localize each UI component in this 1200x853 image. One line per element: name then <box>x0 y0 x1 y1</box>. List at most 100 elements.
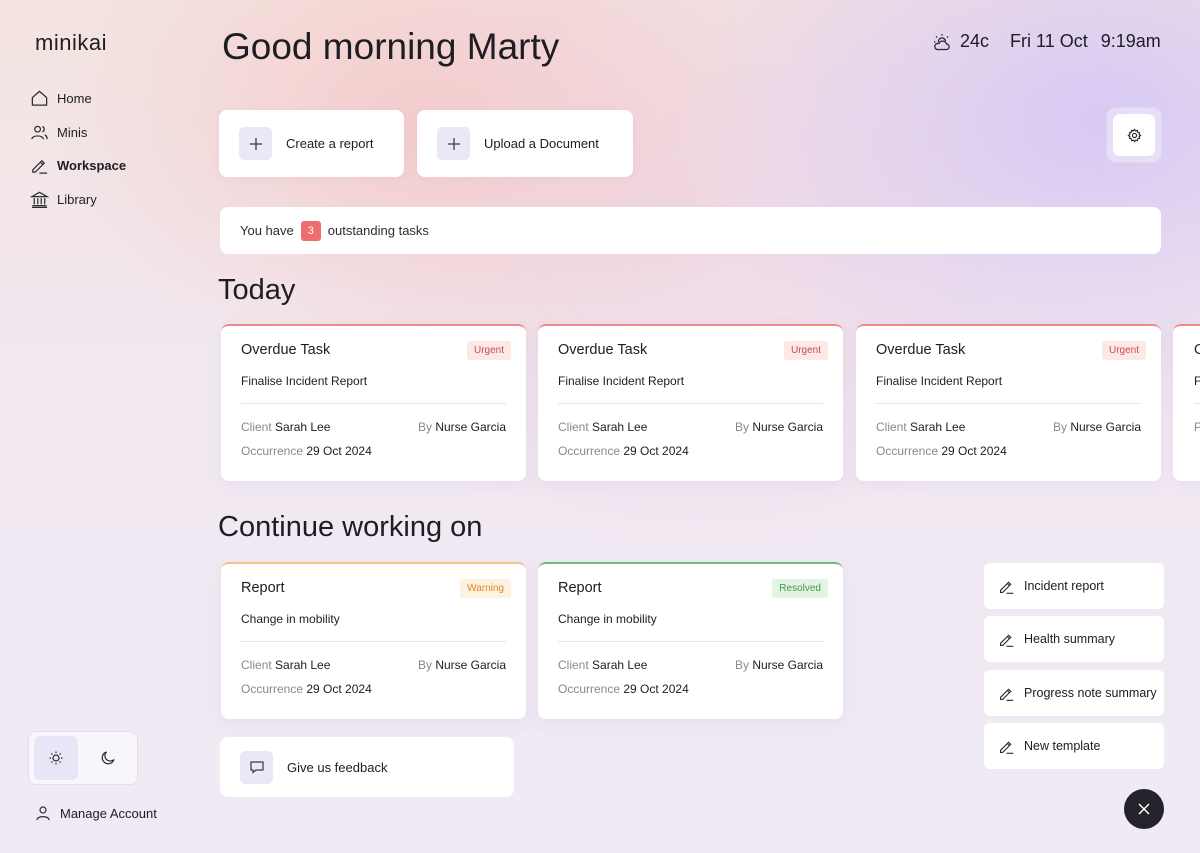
card-divider <box>241 403 506 404</box>
status-badge: Urgent <box>466 340 511 360</box>
pencil-icon <box>999 580 1014 594</box>
author-name: Nurse Garcia <box>1070 420 1141 434</box>
users-icon <box>31 125 48 140</box>
report-card[interactable]: Report Resolved Change in mobility Clien… <box>538 562 843 719</box>
card-type: Report <box>241 580 285 596</box>
client-name: Sarah Lee <box>275 420 331 434</box>
sidebar-item-library[interactable]: Library <box>30 183 190 217</box>
client-name: Sarah Lee <box>910 420 966 434</box>
client-label: Client <box>558 658 589 672</box>
card-task-title: Finalise Incident Report <box>558 374 685 388</box>
occurrence-label: Occurrence <box>241 444 304 458</box>
manage-account-label: Manage Account <box>60 805 157 821</box>
card-type: Overdue Task <box>241 342 331 358</box>
occurrence-label: Occurrence <box>241 682 304 696</box>
status-badge: Urgent <box>783 340 828 360</box>
app-logo[interactable]: minikai <box>35 30 107 56</box>
sidebar-nav: Home Minis Workspace Library <box>30 82 190 216</box>
template-progress-note-summary[interactable]: Progress note summary <box>984 670 1164 716</box>
card-task-title: Finalise Incident Report <box>241 374 368 388</box>
template-health-summary[interactable]: Health summary <box>984 616 1164 662</box>
card-divider <box>1194 403 1200 404</box>
light-theme-button[interactable] <box>34 736 78 780</box>
plus-icon-box <box>239 127 272 160</box>
occurrence-date: 29 Oct 2024 <box>306 682 372 696</box>
client-label: Client <box>241 658 272 672</box>
gear-icon <box>1126 128 1142 142</box>
outstanding-tasks-bar[interactable]: You have 3 outstanding tasks <box>220 207 1161 254</box>
task-count-badge: 3 <box>300 220 321 241</box>
author-name: Nurse Garcia <box>435 658 506 672</box>
status-badge: Warning <box>460 578 511 598</box>
create-report-label: Create a report <box>286 136 374 151</box>
by-label: By <box>734 658 749 672</box>
theme-toggle <box>28 731 138 785</box>
occurrence-label: Occurrence <box>558 682 621 696</box>
settings-button[interactable] <box>1106 107 1162 163</box>
sidebar-item-label: Minis <box>57 124 88 140</box>
tasks-prefix: You have <box>240 223 294 238</box>
sun-icon <box>49 751 63 765</box>
status-badge: Resolved <box>772 578 828 598</box>
pencil-icon <box>999 687 1014 701</box>
by-label: By <box>417 420 432 434</box>
home-icon <box>31 90 48 107</box>
chat-icon-box <box>240 750 273 784</box>
sidebar-item-label: Library <box>57 191 97 207</box>
card-divider <box>876 403 1141 404</box>
card-divider <box>241 641 506 642</box>
by-label: By <box>1052 420 1067 434</box>
upload-document-label: Upload a Document <box>484 136 599 151</box>
close-icon <box>1138 803 1150 815</box>
client-name: Sarah Lee <box>275 658 331 672</box>
chat-icon <box>249 761 264 774</box>
report-card[interactable]: Report Warning Change in mobility Client… <box>221 562 526 719</box>
author-name: Nurse Garcia <box>752 420 823 434</box>
sidebar-item-minis[interactable]: Minis <box>30 116 190 150</box>
settings-button-inner <box>1113 114 1155 156</box>
sidebar-item-workspace[interactable]: Workspace <box>30 149 190 183</box>
dark-theme-button[interactable] <box>86 736 130 780</box>
continue-heading: Continue working on <box>218 511 483 543</box>
current-date: Fri 11 Oct <box>1010 31 1088 51</box>
card-task-title: Change in mobility <box>558 612 657 626</box>
moon-icon <box>101 751 115 765</box>
tasks-suffix: outstanding tasks <box>327 223 429 238</box>
author-name: Nurse Garcia <box>752 658 823 672</box>
template-new-template[interactable]: New template <box>984 723 1164 769</box>
pencil-icon <box>999 633 1014 647</box>
task-card[interactable]: Overdue Task Urgent Finalise Incident Re… <box>538 324 843 481</box>
feedback-label: Give us feedback <box>287 759 388 775</box>
card-task-title: Change in mobility <box>241 612 340 626</box>
create-report-button[interactable]: Create a report <box>219 110 404 177</box>
temperature: 24c <box>960 31 990 51</box>
occurrence-date: 29 Oct 2024 <box>941 444 1007 458</box>
client-name: Sarah Lee <box>592 420 648 434</box>
task-card-partial[interactable]: O F P <box>1173 324 1200 481</box>
client-name: Sarah Lee <box>592 658 648 672</box>
card-type: Overdue Task <box>876 342 966 358</box>
weather-datetime: 24c Fri 11 Oct 9:19am <box>932 31 1161 52</box>
occurrence-label: Occurrence <box>876 444 939 458</box>
task-card[interactable]: Overdue Task Urgent Finalise Incident Re… <box>856 324 1161 481</box>
close-button[interactable] <box>1124 789 1164 829</box>
template-label: Incident report <box>1024 579 1104 593</box>
task-card[interactable]: Overdue Task Urgent Finalise Incident Re… <box>221 324 526 481</box>
card-task-title: F <box>1194 374 1200 388</box>
today-heading: Today <box>218 274 296 306</box>
occurrence-label: Occurrence <box>558 444 621 458</box>
card-type: Report <box>558 580 602 596</box>
template-incident-report[interactable]: Incident report <box>984 563 1164 609</box>
library-icon <box>30 191 49 208</box>
feedback-button[interactable]: Give us feedback <box>220 737 514 797</box>
card-type: Overdue Task <box>558 342 648 358</box>
manage-account-link[interactable]: Manage Account <box>35 805 157 821</box>
plus-icon <box>249 137 262 150</box>
sidebar-item-home[interactable]: Home <box>30 82 190 116</box>
card-type: O <box>1194 342 1200 358</box>
plus-icon <box>447 137 460 150</box>
upload-document-button[interactable]: Upload a Document <box>417 110 633 177</box>
sidebar-item-label: Home <box>57 91 92 107</box>
page-title: Good morning Marty <box>222 26 560 67</box>
author-name: Nurse Garcia <box>435 420 506 434</box>
